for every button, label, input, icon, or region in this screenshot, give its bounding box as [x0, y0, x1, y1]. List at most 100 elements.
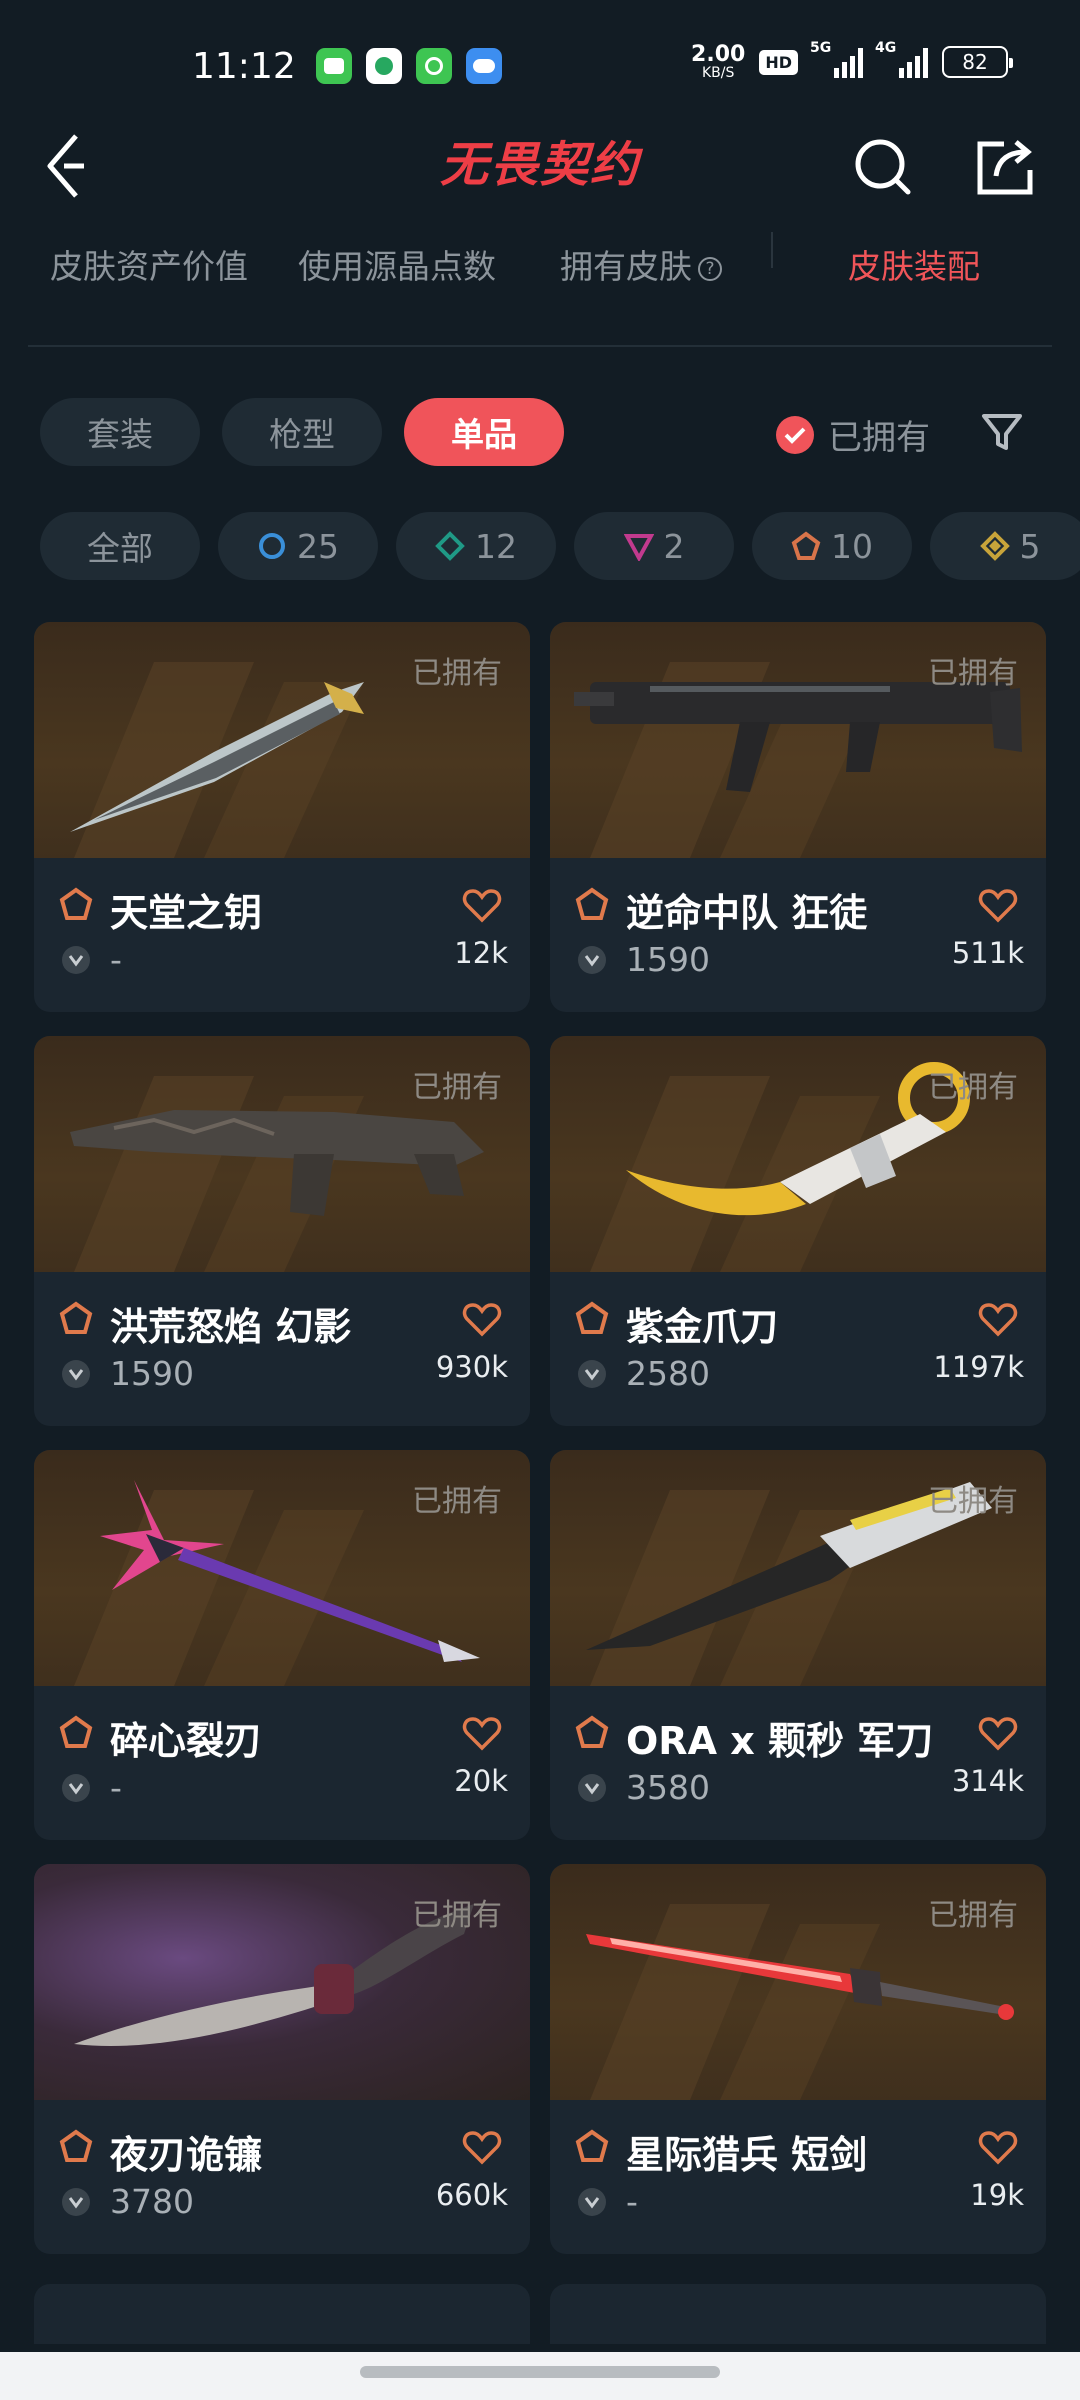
- status-bar: 11:12 2.00 KB/S HD 5G 4G 82: [0, 0, 1080, 130]
- hd-voice-icon: HD: [759, 49, 798, 75]
- skin-price: 1590: [110, 1354, 194, 1393]
- tab-radianite-points[interactable]: 使用源晶点数: [298, 240, 496, 288]
- skin-card[interactable]: 已拥有 洪荒怒焰 幻影 1590 930k: [34, 1036, 530, 1426]
- skin-image: 已拥有: [550, 1450, 1046, 1686]
- skin-image: 已拥有: [550, 1036, 1046, 1272]
- skin-card[interactable]: 已拥有 紫金爪刀 2580 1197k: [550, 1036, 1046, 1426]
- filter-single-item[interactable]: 单品: [404, 398, 564, 466]
- rarity-ultra-tier[interactable]: 5: [930, 512, 1080, 580]
- owned-tag: 已拥有: [412, 1484, 502, 1519]
- favorite-count: 20k: [454, 1764, 508, 1798]
- skin-card-partial[interactable]: [34, 2284, 530, 2344]
- deluxe-tier-icon: [435, 531, 465, 561]
- valorant-points-icon: [578, 1360, 606, 1388]
- exclusive-tier-icon: [59, 2129, 93, 2162]
- rarity-premium-tier[interactable]: 2: [574, 512, 734, 580]
- heart-icon[interactable]: [462, 1716, 502, 1752]
- heart-icon[interactable]: [978, 888, 1018, 924]
- share-button[interactable]: [974, 136, 1036, 198]
- app-logo: 无畏契约: [439, 137, 640, 193]
- skin-image: 已拥有: [34, 1450, 530, 1686]
- share-icon: [977, 140, 1033, 195]
- valorant-points-icon: [62, 2188, 90, 2216]
- exclusive-tier-icon: [59, 887, 93, 920]
- skin-price: 3580: [626, 1768, 710, 1807]
- heart-icon[interactable]: [978, 2130, 1018, 2166]
- rarity-select-tier[interactable]: 25: [218, 512, 378, 580]
- search-button[interactable]: [852, 136, 914, 198]
- skin-image: 已拥有: [550, 1864, 1046, 2100]
- upload-icon: [416, 48, 452, 84]
- owned-tag: 已拥有: [412, 1898, 502, 1933]
- heart-icon[interactable]: [462, 1302, 502, 1338]
- rarity-deluxe-tier[interactable]: 12: [396, 512, 556, 580]
- favorite-count: 12k: [454, 936, 508, 970]
- message-app-icon: [316, 48, 352, 84]
- skin-card[interactable]: 已拥有 星际猎兵 短剑 - 19k: [550, 1864, 1046, 2254]
- valorant-points-icon: [62, 1774, 90, 1802]
- tab-skin-loadout[interactable]: 皮肤装配: [848, 240, 980, 288]
- header-divider: [28, 345, 1052, 347]
- favorite-count: 1197k: [933, 1350, 1024, 1384]
- status-time: 11:12: [192, 46, 296, 87]
- skin-price: 2580: [626, 1354, 710, 1393]
- help-icon[interactable]: ?: [698, 257, 722, 281]
- owned-toggle[interactable]: 已拥有: [776, 410, 930, 459]
- favorite-count: 930k: [435, 1350, 508, 1384]
- skin-card[interactable]: 已拥有 逆命中队 狂徒 1590 511k: [550, 622, 1046, 1012]
- filter-bundle[interactable]: 套装: [40, 398, 200, 466]
- filter-button[interactable]: [980, 410, 1024, 454]
- owned-tag: 已拥有: [412, 656, 502, 691]
- skin-price: -: [626, 2182, 638, 2221]
- exclusive-tier-icon: [791, 531, 821, 560]
- exclusive-tier-icon: [59, 1301, 93, 1334]
- favorite-count: 511k: [951, 936, 1024, 970]
- exclusive-tier-icon: [59, 1715, 93, 1748]
- rarity-filter-row: 全部 25 12 2 10 5: [0, 512, 1080, 582]
- skin-name: 紫金爪刀: [626, 1305, 779, 1349]
- skin-name: 碎心裂刃: [110, 1719, 263, 1763]
- signal-5g-icon: 5G: [810, 40, 863, 78]
- owned-tag: 已拥有: [928, 1898, 1018, 1933]
- heart-icon[interactable]: [462, 888, 502, 924]
- skin-image: 已拥有: [34, 1036, 530, 1272]
- heart-icon[interactable]: [978, 1302, 1018, 1338]
- skin-image: 已拥有: [34, 1864, 530, 2100]
- back-button[interactable]: [40, 126, 94, 206]
- skin-name: 星际猎兵 短剑: [626, 2133, 868, 2177]
- system-status: 2.00 KB/S HD 5G 4G 82: [691, 40, 1013, 80]
- skin-image: 已拥有: [34, 622, 530, 858]
- weather-icon: [466, 48, 502, 84]
- home-indicator[interactable]: [360, 2366, 720, 2378]
- skin-card[interactable]: 已拥有 夜刃诡镰 3780 660k: [34, 1864, 530, 2254]
- owned-tag: 已拥有: [928, 1484, 1018, 1519]
- skin-card[interactable]: 已拥有 碎心裂刃 - 20k: [34, 1450, 530, 1840]
- valorant-points-icon: [578, 1774, 606, 1802]
- skin-name: ORA x 颗秒 军刀: [626, 1719, 934, 1763]
- valorant-points-icon: [578, 946, 606, 974]
- skin-card-partial[interactable]: [550, 2284, 1046, 2344]
- skin-price: -: [110, 940, 122, 979]
- owned-tag: 已拥有: [412, 1070, 502, 1105]
- heart-icon[interactable]: [978, 1716, 1018, 1752]
- filter-weapon-type[interactable]: 枪型: [222, 398, 382, 466]
- select-tier-icon: [259, 533, 285, 559]
- skin-card[interactable]: 已拥有 天堂之钥 - 12k: [34, 622, 530, 1012]
- skin-name: 逆命中队 狂徒: [626, 891, 868, 935]
- skin-card[interactable]: 已拥有 ORA x 颗秒 军刀 3580 314k: [550, 1450, 1046, 1840]
- skin-image: 已拥有: [550, 622, 1046, 858]
- rarity-all[interactable]: 全部: [40, 512, 200, 580]
- exclusive-tier-icon: [575, 887, 609, 920]
- skin-price: -: [110, 1768, 122, 1807]
- funnel-icon: [982, 414, 1022, 450]
- exclusive-tier-icon: [575, 1715, 609, 1748]
- tab-owned-skins[interactable]: 拥有皮肤?: [560, 240, 722, 288]
- tab-divider: [771, 232, 773, 268]
- tab-skin-asset-value[interactable]: 皮肤资产价值: [50, 240, 248, 288]
- checkmark-icon: [776, 415, 814, 454]
- valorant-points-icon: [62, 1360, 90, 1388]
- signal-4g-icon: 4G: [875, 40, 928, 78]
- skin-name: 天堂之钥: [110, 891, 263, 935]
- rarity-exclusive-tier[interactable]: 10: [752, 512, 912, 580]
- heart-icon[interactable]: [462, 2130, 502, 2166]
